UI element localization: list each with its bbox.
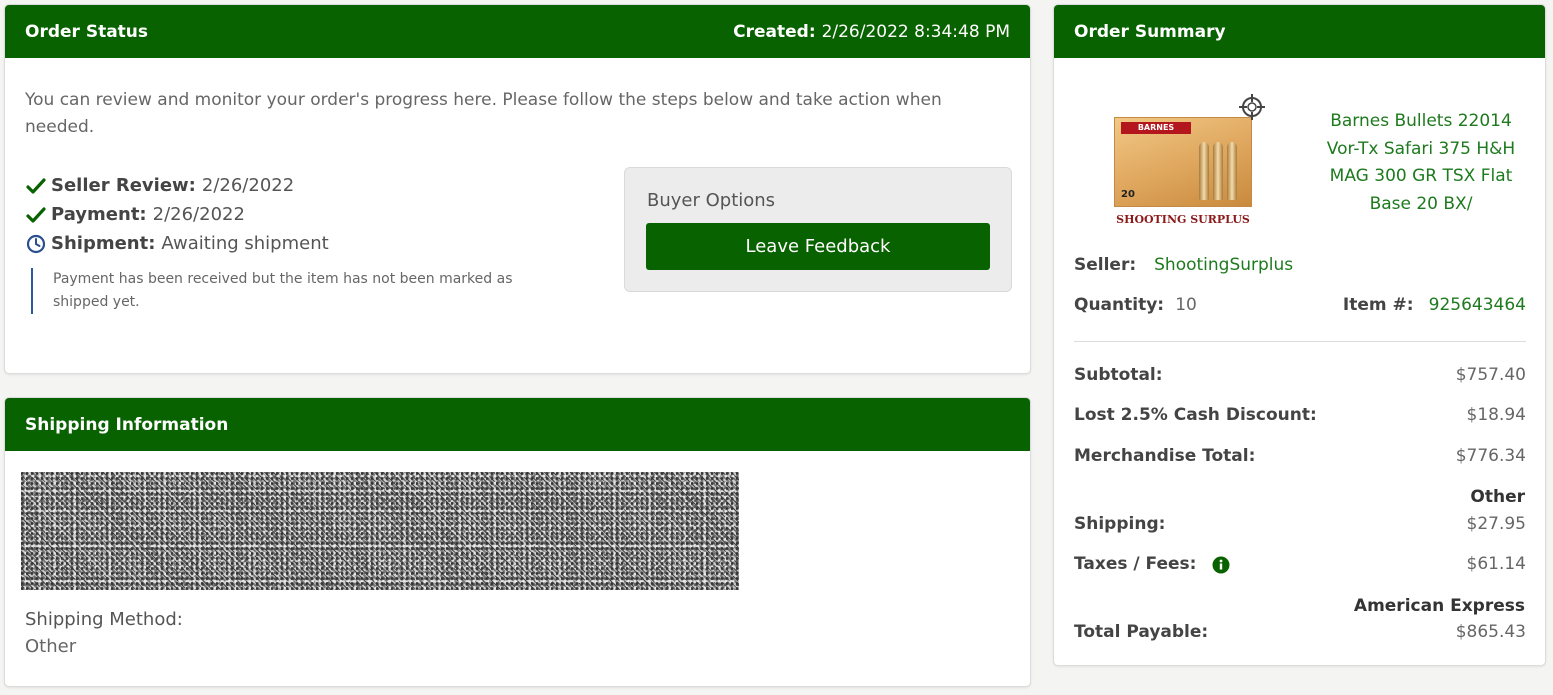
taxes-label-group: Taxes / Fees: [1074, 554, 1230, 574]
order-summary-panel: Order Summary BARNES 20 SHOOTING SURPLUS… [1053, 4, 1546, 666]
product-box-count: 20 [1121, 189, 1135, 200]
quantity-item-row: Quantity: 10 Item #: 925643464 [1074, 295, 1526, 315]
buyer-options-title: Buyer Options [647, 190, 776, 211]
created-value: 2/26/2022 8:34:48 PM [821, 21, 1010, 42]
crosshair-icon [1238, 93, 1266, 125]
clock-icon [25, 234, 47, 254]
order-status-panel: Order Status Created: 2/26/2022 8:34:48 … [4, 4, 1031, 374]
shipping-information-panel: Shipping Information Shipping Method: Ot… [4, 397, 1031, 687]
shipment-note: Payment has been received but the item h… [31, 268, 561, 314]
step-label: Shipment: [51, 233, 156, 254]
shipping-value: $27.95 [1466, 514, 1526, 534]
product-brand-mark: BARNES [1121, 122, 1191, 134]
bullet-graphic [1199, 142, 1209, 200]
seller-label: Seller: [1074, 255, 1137, 275]
order-status-intro: You can review and monitor your order's … [25, 90, 942, 137]
subtotal-label: Subtotal: [1074, 365, 1163, 385]
discount-value: $18.94 [1466, 405, 1526, 425]
summary-divider [1074, 341, 1526, 342]
payment-method: American Express [1353, 596, 1525, 616]
step-label: Seller Review: [51, 175, 196, 196]
merchandise-total-value: $776.34 [1455, 446, 1526, 466]
info-icon[interactable] [1212, 556, 1230, 574]
step-value: Awaiting shipment [161, 233, 329, 254]
leave-feedback-button[interactable]: Leave Feedback [646, 223, 990, 270]
order-steps: Seller Review: 2/26/2022 Payment: 2/26/2… [25, 171, 329, 258]
step-shipment: Shipment: Awaiting shipment [25, 229, 329, 258]
ammo-box-graphic: BARNES 20 [1114, 117, 1252, 207]
subtotal-value: $757.40 [1455, 365, 1526, 385]
item-number-label: Item #: [1342, 295, 1414, 315]
seller-row: Seller: ShootingSurplus [1074, 255, 1526, 275]
merchandise-total-label: Merchandise Total: [1074, 446, 1256, 466]
shipping-method-value: Other [25, 636, 77, 657]
bullet-graphic [1213, 142, 1223, 200]
seller-link[interactable]: ShootingSurplus [1154, 255, 1293, 275]
item-number-link[interactable]: 925643464 [1429, 295, 1526, 315]
order-status-header: Order Status Created: 2/26/2022 8:34:48 … [5, 5, 1030, 58]
buyer-options-box: Buyer Options Leave Feedback [624, 167, 1012, 292]
redacted-shipping-address [21, 472, 739, 590]
item-number-group: Item #: 925643464 [1343, 295, 1526, 315]
step-value: 2/26/2022 [201, 175, 295, 196]
product-image[interactable]: BARNES 20 SHOOTING SURPLUS [1110, 93, 1265, 243]
total-payable-row: Total Payable: $865.43 [1074, 622, 1526, 642]
created-label: Created: [733, 21, 816, 42]
discount-label: Lost 2.5% Cash Discount: [1074, 405, 1317, 425]
order-summary-header: Order Summary [1054, 5, 1545, 58]
product-name-link[interactable]: Barnes Bullets 22014 Vor-Tx Safari 375 H… [1316, 108, 1526, 218]
subtotal-row: Subtotal: $757.40 [1074, 365, 1526, 385]
order-status-title: Order Status [25, 21, 149, 42]
discount-row: Lost 2.5% Cash Discount: $18.94 [1074, 405, 1526, 425]
shipping-information-header: Shipping Information [5, 398, 1030, 451]
shipping-label: Shipping: [1074, 514, 1166, 534]
step-seller-review: Seller Review: 2/26/2022 [25, 171, 329, 200]
step-payment: Payment: 2/26/2022 [25, 200, 329, 229]
step-label: Payment: [51, 204, 147, 225]
created-timestamp: Created: 2/26/2022 8:34:48 PM [733, 22, 1010, 42]
quantity-group: Quantity: 10 [1074, 295, 1197, 315]
quantity-label: Quantity: [1074, 295, 1165, 315]
check-icon [25, 206, 47, 224]
order-summary-title: Order Summary [1074, 21, 1226, 42]
shipping-method-label: Shipping Method: [25, 609, 183, 630]
total-payable-value: $865.43 [1455, 622, 1526, 642]
shipping-information-title: Shipping Information [25, 414, 229, 435]
store-watermark: SHOOTING SURPLUS [1116, 213, 1250, 226]
merchandise-total-row: Merchandise Total: $776.34 [1074, 446, 1526, 466]
step-value: 2/26/2022 [152, 204, 245, 225]
taxes-label: Taxes / Fees: [1074, 554, 1197, 574]
shipping-method-summary: Other [1470, 487, 1525, 507]
bullet-graphic [1227, 142, 1237, 200]
taxes-value: $61.14 [1466, 554, 1526, 574]
check-icon [25, 177, 47, 195]
shipping-row: Shipping: $27.95 [1074, 514, 1526, 534]
taxes-row: Taxes / Fees: $61.14 [1074, 554, 1526, 574]
total-payable-label: Total Payable: [1074, 622, 1209, 642]
quantity-value: 10 [1175, 295, 1197, 315]
